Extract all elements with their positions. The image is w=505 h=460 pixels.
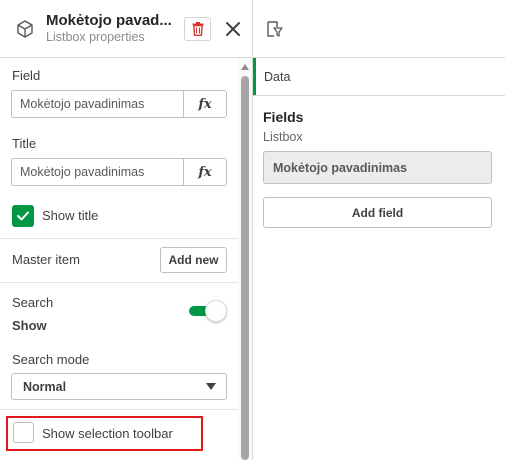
filter-pane-icon[interactable]	[266, 20, 284, 38]
search-toggle[interactable]	[187, 299, 227, 323]
delete-button[interactable]	[184, 17, 211, 41]
search-mode-label: Search mode	[12, 352, 90, 367]
scrollbar[interactable]	[238, 58, 252, 460]
scroll-up-icon[interactable]	[241, 64, 249, 70]
show-selection-toolbar-label: Show selection toolbar	[42, 426, 173, 441]
field-input[interactable]: Mokėtojo pavadinimas fx	[11, 90, 227, 118]
active-tab-marker	[253, 58, 256, 95]
search-mode-select[interactable]: Normal	[11, 373, 227, 400]
show-title-label: Show title	[42, 208, 99, 223]
close-button[interactable]	[221, 17, 245, 41]
show-selection-toolbar-checkbox[interactable]	[13, 422, 34, 443]
data-panel: Data Fields Listbox Mokėtojo pavadinimas…	[253, 0, 505, 460]
divider	[0, 409, 238, 410]
show-title-checkbox[interactable]	[12, 205, 34, 227]
field-label: Field	[12, 68, 41, 83]
close-icon	[226, 22, 240, 36]
field-expression-button[interactable]: fx	[183, 91, 226, 117]
data-panel-header	[253, 0, 505, 58]
search-mode-value: Normal	[23, 380, 67, 394]
fields-subheading: Listbox	[263, 130, 303, 144]
divider	[0, 238, 238, 239]
tab-data[interactable]: Data	[253, 58, 505, 96]
chevron-down-icon	[206, 383, 216, 390]
add-field-button[interactable]: Add field	[263, 197, 492, 228]
panel-title: Mokėtojo pavad...	[46, 12, 172, 29]
properties-panel: Mokėtojo pavad... Listbox properties Fie…	[0, 0, 253, 460]
add-new-button[interactable]: Add new	[160, 247, 227, 273]
field-item-label: Mokėtojo pavadinimas	[273, 161, 408, 175]
scroll-thumb[interactable]	[241, 76, 249, 460]
title-input-value: Mokėtojo pavadinimas	[20, 165, 145, 179]
title-expression-button[interactable]: fx	[183, 159, 226, 185]
panel-header: Mokėtojo pavad... Listbox properties	[0, 0, 253, 58]
field-item[interactable]: Mokėtojo pavadinimas	[263, 151, 492, 184]
divider	[0, 282, 238, 283]
search-label: Search	[12, 295, 54, 310]
title-label: Title	[12, 136, 37, 151]
title-input[interactable]: Mokėtojo pavadinimas fx	[11, 158, 227, 186]
fields-heading: Fields	[263, 109, 304, 125]
search-value: Show	[12, 318, 47, 333]
panel-subtitle: Listbox properties	[46, 30, 145, 44]
field-input-value: Mokėtojo pavadinimas	[20, 97, 145, 111]
trash-icon	[192, 22, 203, 36]
toggle-knob	[205, 300, 227, 322]
master-item-label: Master item	[12, 252, 80, 267]
checkmark-icon	[17, 211, 29, 221]
cube-icon	[17, 20, 33, 38]
tab-data-label: Data	[264, 70, 291, 84]
